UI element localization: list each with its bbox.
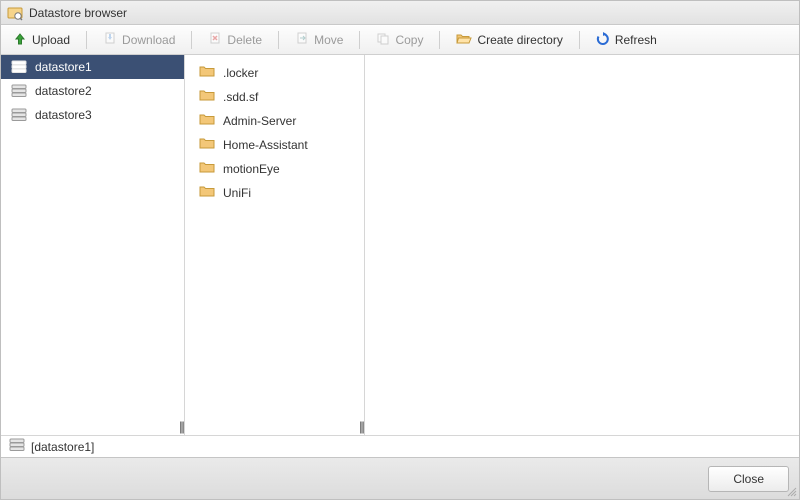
folder-list-pane: .locker .sdd.sf Admin-Server Home-Assist… (185, 55, 365, 435)
toolbar-separator (439, 31, 440, 49)
datastore-label: datastore2 (35, 84, 92, 98)
refresh-icon (596, 32, 610, 49)
upload-button[interactable]: Upload (7, 29, 76, 52)
folder-item[interactable]: UniFi (185, 181, 364, 205)
download-icon (103, 32, 117, 49)
toolbar: Upload Download Delete Move (1, 25, 799, 55)
create-directory-label: Create directory (477, 33, 562, 47)
datastore-label: datastore1 (35, 60, 92, 74)
download-button[interactable]: Download (97, 29, 181, 52)
upload-icon (13, 32, 27, 49)
datastore-icon (9, 438, 25, 455)
download-label: Download (122, 33, 175, 47)
close-button[interactable]: Close (708, 466, 789, 492)
delete-button[interactable]: Delete (202, 29, 268, 52)
folder-label: Admin-Server (223, 114, 296, 128)
datastore-item-datastore3[interactable]: datastore3 (1, 103, 184, 127)
folder-open-icon (456, 32, 472, 49)
splitter-handle[interactable]: ||| (177, 419, 185, 433)
move-label: Move (314, 33, 343, 47)
folder-label: .sdd.sf (223, 90, 258, 104)
titlebar: Datastore browser (1, 1, 799, 25)
splitter-handle[interactable]: ||| (357, 419, 365, 433)
datastore-item-datastore2[interactable]: datastore2 (1, 79, 184, 103)
datastore-browser-icon (7, 5, 23, 21)
folder-icon (199, 113, 215, 129)
datastore-icon (11, 84, 27, 98)
refresh-label: Refresh (615, 33, 657, 47)
toolbar-separator (359, 31, 360, 49)
copy-button[interactable]: Copy (370, 29, 429, 52)
datastore-label: datastore3 (35, 108, 92, 122)
toolbar-separator (579, 31, 580, 49)
folder-label: Home-Assistant (223, 138, 308, 152)
window-title: Datastore browser (29, 6, 127, 20)
refresh-button[interactable]: Refresh (590, 29, 663, 52)
toolbar-separator (278, 31, 279, 49)
folder-item[interactable]: .sdd.sf (185, 85, 364, 109)
folder-icon (199, 185, 215, 201)
footer: Close (1, 457, 799, 499)
delete-label: Delete (227, 33, 262, 47)
content-area: datastore1 datastore2 datastore3 .locker (1, 55, 799, 435)
folder-item[interactable]: Home-Assistant (185, 133, 364, 157)
move-button[interactable]: Move (289, 29, 349, 52)
folder-icon (199, 89, 215, 105)
datastore-list-pane: datastore1 datastore2 datastore3 (1, 55, 185, 435)
folder-item[interactable]: Admin-Server (185, 109, 364, 133)
folder-icon (199, 137, 215, 153)
datastore-item-datastore1[interactable]: datastore1 (1, 55, 184, 79)
folder-icon (199, 65, 215, 81)
create-directory-button[interactable]: Create directory (450, 29, 568, 52)
toolbar-separator (86, 31, 87, 49)
datastore-icon (11, 108, 27, 122)
datastore-browser-window: Datastore browser Upload Download Delete (0, 0, 800, 500)
details-pane (365, 55, 799, 435)
folder-item[interactable]: .locker (185, 61, 364, 85)
toolbar-separator (191, 31, 192, 49)
path-bar: [datastore1] (1, 435, 799, 457)
folder-label: .locker (223, 66, 258, 80)
copy-icon (376, 32, 390, 49)
path-text: [datastore1] (31, 440, 94, 454)
move-icon (295, 32, 309, 49)
delete-icon (208, 32, 222, 49)
copy-label: Copy (395, 33, 423, 47)
folder-icon (199, 161, 215, 177)
upload-label: Upload (32, 33, 70, 47)
datastore-icon (11, 60, 27, 74)
resize-grip-icon[interactable] (785, 485, 797, 497)
folder-item[interactable]: motionEye (185, 157, 364, 181)
folder-label: UniFi (223, 186, 251, 200)
folder-label: motionEye (223, 162, 280, 176)
